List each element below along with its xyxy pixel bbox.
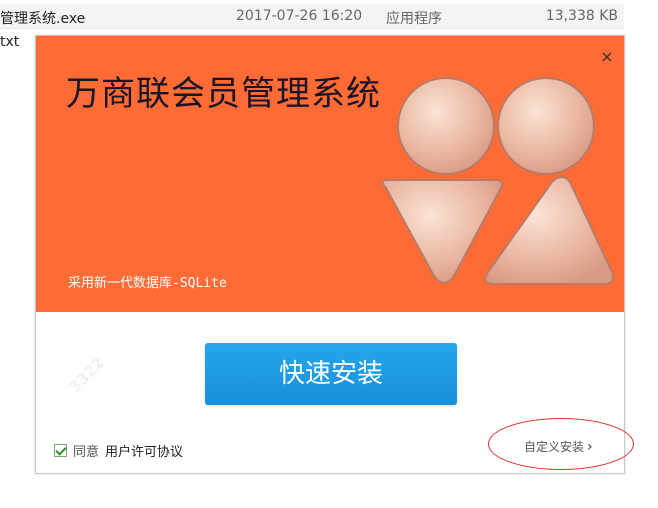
license-agreement-link[interactable]: 用户许可协议: [105, 441, 183, 460]
file-type: 应用程序: [386, 11, 442, 27]
file-list-row-2[interactable]: txt: [0, 34, 19, 50]
file-name-2: txt: [0, 34, 20, 50]
watermark: 3322: [65, 353, 108, 397]
file-size: 13,338 KB: [545, 8, 618, 24]
annotation-ellipse: [488, 418, 634, 470]
file-name: 管理系统.exe: [0, 11, 86, 27]
banner-subtitle: 采用新一代数据库-SQLite: [68, 276, 227, 291]
app-title: 万商联会员管理系统: [66, 74, 381, 114]
agree-label: 同意: [73, 444, 100, 460]
agree-row: 同意 用户许可协议: [54, 441, 183, 460]
app-logo-icon: [381, 77, 614, 285]
installer-banner: 万商联会员管理系统 采用新一代数据库-SQLite ×: [36, 36, 624, 312]
quick-install-button[interactable]: 快速安装: [205, 343, 457, 405]
installer-dialog: 万商联会员管理系统 采用新一代数据库-SQLite × 3322 3322 快速…: [35, 35, 634, 474]
file-list-row[interactable]: 管理系统.exe 2017-07-26 16:20 应用程序 13,338 KB: [0, 4, 624, 29]
close-icon[interactable]: ×: [598, 48, 616, 66]
agree-checkbox[interactable]: [54, 443, 67, 457]
file-date: 2017-07-26 16:20: [236, 8, 363, 24]
